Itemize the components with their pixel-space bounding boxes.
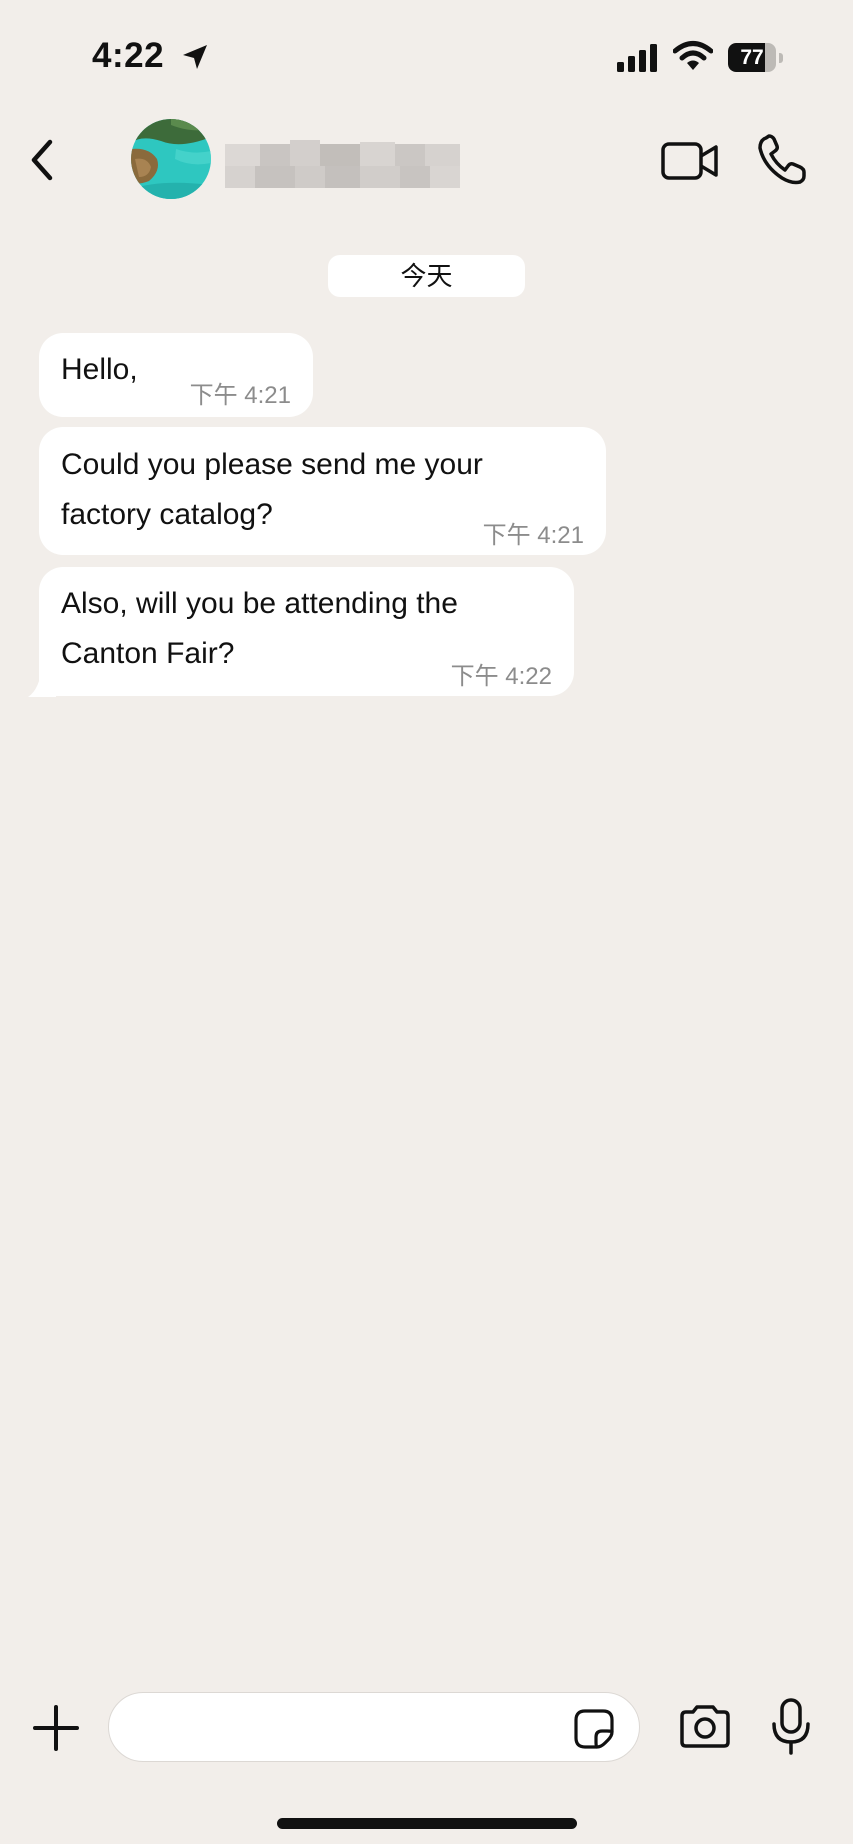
message-text: Also, will you be attending the (61, 587, 458, 620)
back-button[interactable] (18, 130, 68, 190)
video-call-icon[interactable] (660, 136, 720, 186)
plus-icon[interactable] (32, 1704, 80, 1752)
message-text: Hello, (61, 353, 138, 386)
date-separator: 今天 (328, 255, 525, 297)
message-time: 下午 4:21 (482, 522, 584, 549)
battery-indicator: 77 (728, 43, 783, 72)
message-input-box[interactable] (108, 1692, 640, 1762)
message-time: 下午 4:22 (450, 663, 552, 690)
message-bubble[interactable]: Also, will you be attending the Canton F… (39, 567, 574, 696)
status-bar: 4:22 77 (0, 0, 853, 110)
cellular-signal-icon (617, 44, 657, 72)
wifi-icon (673, 41, 713, 70)
contact-avatar[interactable] (131, 119, 211, 199)
contact-name-redacted[interactable] (225, 136, 460, 196)
status-time: 4:22 (92, 36, 165, 75)
message-text: Canton Fair? (61, 637, 235, 670)
camera-icon[interactable] (678, 1702, 732, 1750)
phone-call-icon[interactable] (756, 132, 808, 188)
chat-header (0, 110, 853, 220)
message-input[interactable] (129, 1703, 563, 1753)
home-indicator[interactable] (277, 1818, 577, 1829)
message-text: Could you please send me your (61, 448, 483, 481)
sticker-icon[interactable] (573, 1708, 615, 1750)
message-bubble[interactable]: Hello, 下午 4:21 (39, 333, 313, 417)
message-text: factory catalog? (61, 498, 273, 531)
avatar-image (131, 119, 211, 199)
location-arrow-icon (183, 45, 207, 69)
message-bubble[interactable]: Could you please send me your factory ca… (39, 427, 606, 555)
microphone-icon[interactable] (770, 1698, 812, 1756)
message-time: 下午 4:21 (189, 382, 291, 409)
message-composer (0, 1680, 853, 1780)
battery-percent: 77 (740, 46, 764, 69)
